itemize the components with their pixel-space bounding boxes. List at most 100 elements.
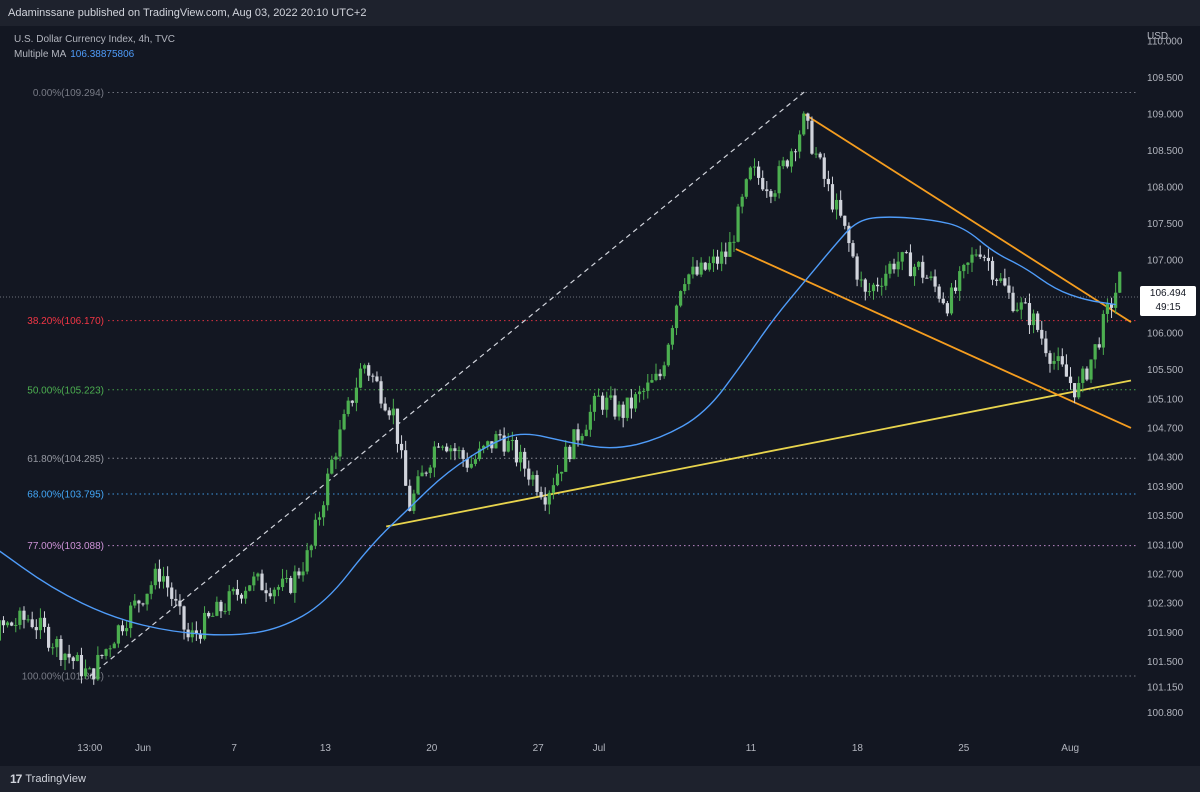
candle-body — [1060, 356, 1064, 365]
price-chart[interactable]: 0.00%(109.294) 38.20%(106.170) 50.00%(105.… — [0, 26, 1200, 766]
fib-level-label: 68.00%(103.795) — [27, 490, 104, 501]
last-price-tag: 106.494 49:15 — [1140, 286, 1196, 316]
candle-body — [1081, 368, 1085, 383]
candle-body — [1036, 313, 1040, 330]
candle-body — [305, 550, 309, 572]
candle-body — [666, 344, 670, 366]
candle-body — [711, 256, 716, 264]
candle-body — [953, 287, 958, 291]
last-price-value: 106.494 — [1149, 288, 1187, 299]
candle-body — [342, 414, 346, 430]
candle-body — [10, 622, 14, 626]
candle-body — [904, 252, 908, 254]
candle-body — [100, 654, 104, 656]
x-tick-label: 25 — [958, 743, 970, 754]
candle-body — [613, 395, 617, 417]
candle-body — [149, 585, 153, 594]
y-tick-label: 103.500 — [1147, 511, 1184, 522]
candle-body — [826, 178, 830, 185]
candle-body — [326, 473, 330, 506]
candle-body — [461, 450, 465, 459]
candle-body — [855, 256, 859, 280]
candle-body — [14, 624, 18, 626]
candle-body — [453, 448, 457, 452]
candle-body — [974, 254, 978, 256]
fib-level-label: 77.00%(103.088) — [27, 541, 104, 552]
candle-body — [297, 571, 301, 576]
candle-body — [584, 429, 588, 437]
candle-body — [1068, 376, 1073, 384]
chart-area[interactable]: 0.00%(109.294) 38.20%(106.170) 50.00%(105.… — [0, 26, 1200, 766]
candle-body — [432, 446, 436, 468]
candle-body — [995, 279, 999, 281]
candle-body — [38, 617, 42, 631]
candle-body — [699, 262, 703, 275]
candle-body — [120, 625, 125, 632]
candle-body — [629, 397, 633, 409]
candle-body — [662, 365, 666, 377]
candle-body — [420, 472, 424, 477]
candle-body — [568, 446, 572, 460]
candle-body — [843, 215, 847, 226]
candle-body — [637, 391, 642, 395]
candle-body — [876, 284, 880, 287]
fib-level-label: 38.20%(106.170) — [27, 316, 104, 327]
candle-body — [605, 397, 609, 410]
candle-body — [896, 261, 900, 270]
candle-body — [609, 395, 613, 398]
symbol-title: U.S. Dollar Currency Index, 4h, TVC — [14, 34, 175, 45]
candle-body — [892, 263, 896, 270]
candle-body — [518, 451, 523, 463]
candle-body — [642, 390, 646, 392]
x-tick-label: 13:00 — [77, 743, 102, 754]
candle-body — [124, 628, 129, 632]
candle-body — [112, 643, 116, 649]
y-tick-label: 102.300 — [1147, 599, 1184, 610]
candle-body — [252, 576, 256, 586]
candle-body — [506, 440, 510, 452]
candle-body — [79, 654, 84, 677]
candle-body — [338, 429, 342, 457]
candle-body — [1114, 292, 1118, 308]
candle-body — [313, 519, 317, 546]
candle-body — [289, 578, 293, 593]
candle-body — [999, 278, 1003, 281]
x-tick-label: 27 — [533, 743, 545, 754]
support-trendline — [386, 379, 1132, 528]
candle-body — [235, 589, 239, 595]
candle-body — [793, 151, 798, 153]
fib-level-label: 100.00%(101.304) — [22, 671, 104, 682]
fibonacci-levels: 0.00%(109.294) 38.20%(106.170) 50.00%(105.… — [22, 88, 1138, 682]
candle-body — [260, 573, 264, 591]
candle-body — [1027, 303, 1032, 326]
candle-body — [596, 395, 601, 397]
y-tick-label: 106.000 — [1147, 329, 1184, 340]
x-axis: 13:00 Jun 7 13 20 27 Jul 11 18 25 Aug — [77, 743, 1079, 754]
candle-body — [941, 298, 945, 304]
fib-level-label: 0.00%(109.294) — [33, 88, 104, 99]
candle-body — [978, 254, 982, 257]
candle-body — [424, 472, 428, 474]
candle-body — [658, 373, 662, 377]
candle-body — [1093, 344, 1097, 360]
candle-body — [740, 196, 744, 207]
candle-body — [572, 429, 576, 460]
tradingview-logo[interactable]: 17 TradingView — [10, 772, 86, 786]
x-tick-label: 7 — [231, 743, 237, 754]
candle-body — [207, 612, 211, 617]
candle-body — [1085, 368, 1089, 380]
candle-body — [732, 241, 736, 243]
candle-body — [1015, 309, 1019, 312]
candle-body — [30, 619, 34, 628]
candle-body — [1040, 329, 1044, 339]
candle-body — [757, 166, 761, 178]
candle-body — [674, 305, 679, 329]
candle-body — [601, 395, 605, 410]
candle-body — [912, 266, 917, 277]
candle-body — [728, 242, 732, 257]
candle-body — [1056, 356, 1060, 362]
candle-body — [670, 328, 675, 345]
y-tick-label: 107.500 — [1147, 219, 1184, 230]
candle-body — [383, 403, 387, 411]
candle-body — [646, 382, 650, 391]
